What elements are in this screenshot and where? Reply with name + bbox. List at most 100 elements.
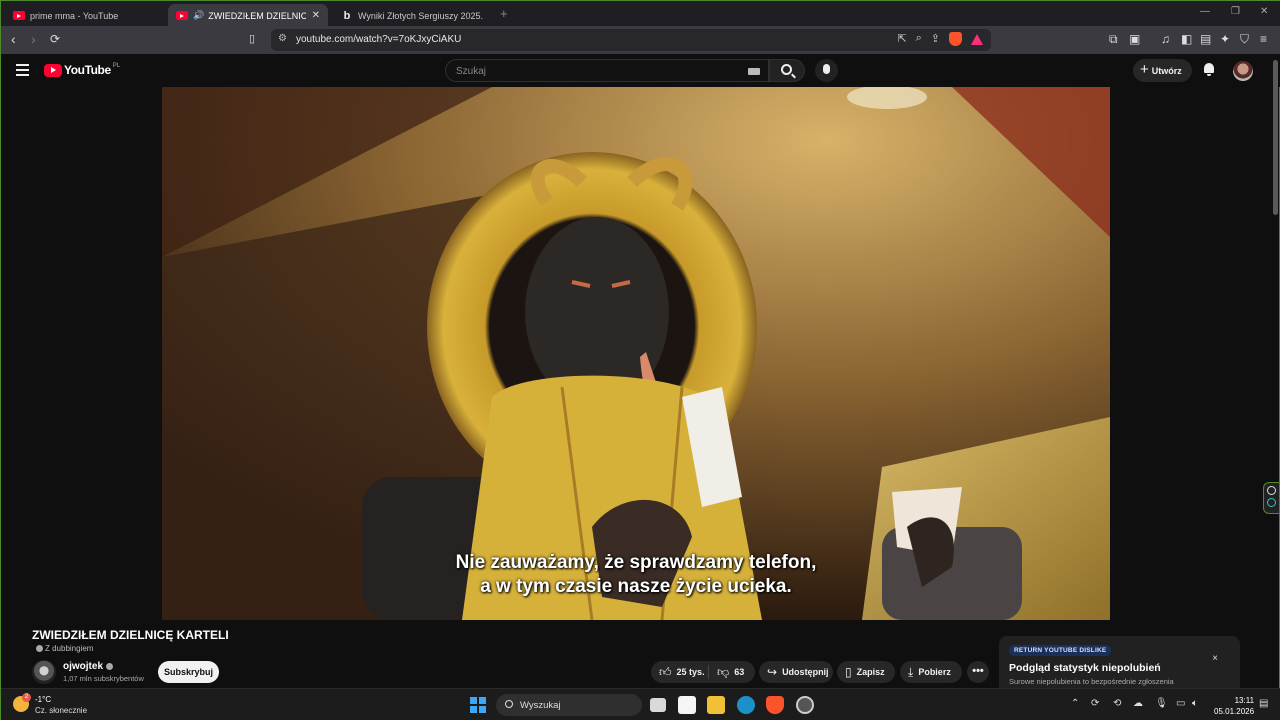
guide-menu-icon[interactable] [16, 64, 29, 79]
create-label: Utwórz [1151, 65, 1182, 76]
channel-name[interactable]: ojwojtek [63, 661, 103, 672]
maximize-icon[interactable]: ❐ [1231, 6, 1240, 17]
url-bar-icons: ⇱ ⌕ ⇪ [897, 32, 983, 46]
subtitles: Nie zauważamy, że sprawdzamy telefon, a … [162, 551, 1110, 599]
volume-icon[interactable]: 🔈︎ [1192, 698, 1198, 709]
side-panel-toggle[interactable] [1263, 482, 1279, 514]
url-text[interactable]: youtube.com/watch?v=7oKJxyCiAKU [296, 34, 461, 45]
notification-icon[interactable]: ▤ [1259, 698, 1268, 709]
channel-name-row[interactable]: ojwojtek [63, 661, 114, 672]
voice-search-button[interactable] [815, 59, 838, 82]
minimize-icon[interactable]: — [1200, 6, 1210, 17]
network-icon[interactable]: ▭ [1176, 698, 1185, 709]
screenshot-icon[interactable]: ▣ [1129, 32, 1140, 46]
app-icon[interactable] [796, 696, 814, 714]
create-button[interactable]: + Utwórz [1133, 59, 1192, 82]
browser-toolbar: ‹ › ⟳ ▯ ⚙ youtube.com/watch?v=7oKJxyCiAK… [1, 26, 1280, 54]
sync-icon[interactable]: ⟳ [1091, 698, 1099, 709]
microphone-tray-icon[interactable]: 🎙︎ [1155, 698, 1168, 709]
youtube-wordmark: YouTube [64, 63, 111, 77]
subscribe-button[interactable]: Subskrybuj [158, 661, 219, 683]
file-explorer-icon[interactable] [707, 696, 725, 714]
download-button[interactable]: ⤓ Pobierz [900, 661, 962, 683]
search-input[interactable]: Szukaj [445, 59, 769, 82]
dislike-button[interactable]: 👎︎ 63 [709, 665, 744, 680]
brave-shield-icon[interactable] [949, 32, 962, 46]
close-window-icon[interactable]: ✕ [1260, 6, 1268, 17]
tab-title: ZWIEDZIŁEM DZIELNICĘ KART [208, 10, 306, 21]
new-tab-button[interactable]: + [500, 6, 508, 21]
ryd-badge: RETURN YOUTUBE DISLIKE [1009, 645, 1112, 656]
dubbing-icon [36, 645, 43, 652]
more-actions-button[interactable]: ••• [967, 661, 989, 683]
zoom-icon[interactable]: ⌕ [916, 32, 922, 46]
windows-start-icon[interactable] [470, 697, 486, 713]
speaker-icon[interactable]: 🔊 [193, 10, 204, 21]
youtube-logo[interactable]: YouTube PL [44, 63, 120, 77]
weather-description[interactable]: Cz. słonecznie [35, 706, 87, 715]
vpn-icon[interactable]: ⛉ [1240, 32, 1249, 47]
ryd-close-icon[interactable]: × [1212, 653, 1218, 664]
forward-icon[interactable]: › [31, 31, 36, 47]
menu-icon[interactable]: ≡ [1260, 32, 1267, 46]
tab-wyniki[interactable]: b Wyniki Złotych Sergiuszy 2025. Ludzie [333, 4, 493, 27]
brave-icon[interactable] [766, 696, 784, 714]
tab-zwiedzilem[interactable]: 🔊 ZWIEDZIŁEM DZIELNICĘ KART ✕ [168, 4, 328, 27]
channel-avatar[interactable] [32, 660, 56, 684]
address-bar[interactable]: ⚙ youtube.com/watch?v=7oKJxyCiAKU ⇱ ⌕ ⇪ [271, 29, 991, 51]
close-circle-icon[interactable] [1267, 486, 1276, 495]
extension-circle-icon[interactable] [1267, 498, 1276, 507]
share-button[interactable]: ↪ Udostępnij [759, 661, 833, 683]
microphone-icon [823, 64, 830, 74]
like-button[interactable]: 👍︎ 25 tys. [651, 665, 709, 679]
store-icon[interactable] [678, 696, 696, 714]
page-scrollbar[interactable] [1273, 60, 1278, 215]
task-view-icon[interactable] [650, 698, 666, 712]
open-external-icon[interactable]: ⇱ [897, 32, 906, 46]
extensions-icon[interactable]: ⧉ [1109, 32, 1118, 47]
edge-icon[interactable] [737, 696, 755, 714]
video-player[interactable]: Nie zauważamy, że sprawdzamy telefon, a … [162, 87, 1110, 620]
tab-prime-mma[interactable]: prime mma - YouTube [5, 4, 165, 27]
search-button[interactable] [769, 59, 805, 82]
tab-close-icon[interactable]: ✕ [306, 10, 320, 21]
search-placeholder: Szukaj [456, 66, 487, 77]
ryd-title: Podgląd statystyk niepolubień [1009, 662, 1161, 674]
back-arrow-icon[interactable]: ⟲ [1113, 698, 1121, 709]
dubbing-text: Z dubbingiem [45, 644, 94, 653]
b-icon: b [343, 9, 351, 22]
share-icon[interactable]: ⇪ [931, 32, 940, 46]
youtube-play-icon [44, 63, 62, 77]
taskbar-search[interactable]: Wyszukaj [496, 694, 642, 716]
site-settings-icon[interactable]: ⚙ [278, 33, 287, 44]
account-avatar[interactable] [1233, 61, 1253, 81]
screen: prime mma - YouTube 🔊 ZWIEDZIŁEM DZIELNI… [0, 0, 1280, 720]
wallet-icon[interactable]: ▤ [1200, 32, 1211, 46]
share-arrow-icon: ↪ [767, 665, 778, 679]
thumbs-down-icon: 👎︎ [717, 664, 730, 679]
browser-tab-strip: prime mma - YouTube 🔊 ZWIEDZIŁEM DZIELNI… [1, 0, 1280, 27]
clock-time: 13:11 [1234, 696, 1255, 705]
brave-rewards-icon[interactable] [971, 34, 983, 45]
region-code: PL [112, 62, 121, 69]
save-button[interactable]: ▯ Zapisz [837, 661, 895, 683]
dislike-count: 63 [734, 667, 745, 677]
tray-overflow-icon[interactable]: ⌃ [1071, 698, 1079, 709]
keyboard-icon[interactable] [748, 68, 760, 75]
music-icon[interactable]: ♫ [1161, 32, 1170, 46]
leo-ai-icon[interactable]: ✦ [1220, 32, 1230, 46]
taskbar-search-label: Wyszukaj [520, 700, 561, 711]
sidebar-icon[interactable]: ◧ [1181, 32, 1192, 46]
system-clock[interactable]: 13:11 05.01.2026 [1214, 695, 1254, 717]
subscriber-count: 1,07 mln subskrybentów [63, 674, 144, 683]
back-icon[interactable]: ‹ [11, 31, 16, 47]
temperature[interactable]: -1°C [35, 695, 51, 704]
clock-date: 05.01.2026 [1214, 707, 1255, 716]
like-dislike-bar: 👍︎ 25 tys. 👎︎ 63 [651, 661, 755, 683]
reload-icon[interactable]: ⟳ [50, 32, 60, 46]
cloud-icon[interactable]: ☁ [1133, 698, 1143, 709]
tab-title: Wyniki Złotych Sergiuszy 2025. Ludzie [358, 10, 485, 21]
plus-icon: + [1140, 61, 1149, 78]
bookmark-icon[interactable]: ▯ [249, 32, 255, 45]
notifications-bell-icon[interactable] [1203, 63, 1215, 76]
